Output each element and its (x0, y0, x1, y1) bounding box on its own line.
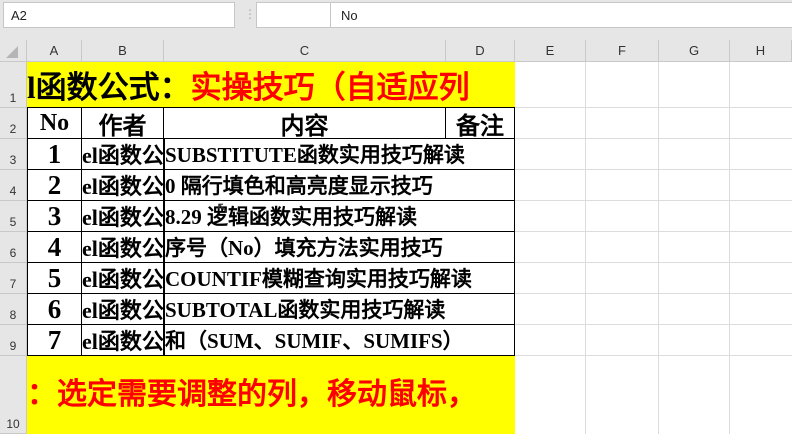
record-author-cell[interactable]: el函数公 (82, 201, 164, 232)
record-content-cell[interactable]: SUBSTITUTE函数实用技巧解读 (164, 139, 515, 170)
col-header-d[interactable]: D (446, 40, 515, 62)
record-no-cell[interactable]: 5 (27, 263, 82, 294)
header-note[interactable]: 备注 (446, 108, 515, 139)
formula-value: No (341, 8, 358, 23)
gridline (515, 262, 792, 263)
gridline (515, 231, 792, 232)
record-author-cell[interactable]: el函数公 (82, 263, 164, 294)
record-author-cell[interactable]: el函数公 (82, 294, 164, 325)
record-author-cell[interactable]: el函数公 (82, 232, 164, 263)
gridline (515, 324, 792, 325)
row-header-9[interactable]: 9 (0, 325, 27, 356)
row-header-8[interactable]: 8 (0, 294, 27, 325)
row-header-7[interactable]: 7 (0, 263, 27, 294)
formula-input[interactable]: No (330, 2, 792, 28)
gridline (585, 62, 586, 434)
col-header-h[interactable]: H (730, 40, 792, 62)
gridline (515, 138, 792, 139)
record-no-cell[interactable]: 2 (27, 170, 82, 201)
record-no-cell[interactable]: 1 (27, 139, 82, 170)
row-header-4[interactable]: 4 (0, 170, 27, 201)
title-red: 实操技巧（自适应列 (190, 70, 470, 105)
footer-text: ：选定需要调整的列，移动鼠标， (27, 378, 477, 411)
col-header-e[interactable]: E (515, 40, 586, 62)
mouse-cursor-icon: ↖ (216, 200, 230, 217)
header-author[interactable]: 作者 (82, 108, 164, 139)
gridline (729, 62, 730, 434)
row-header-1[interactable]: 1 (0, 62, 27, 108)
record-content-cell[interactable]: 0 隔行填色和高亮度显示技巧 (164, 170, 515, 201)
splitter-handle[interactable]: ⋮ (244, 7, 256, 21)
col-header-c[interactable]: C (164, 40, 446, 62)
gridline (515, 355, 792, 356)
col-header-b[interactable]: B (82, 40, 164, 62)
row-header-10[interactable]: 10 (0, 356, 27, 434)
col-header-a[interactable]: A (27, 40, 82, 62)
gridline (515, 169, 792, 170)
record-no-cell[interactable]: 3 (27, 201, 82, 232)
record-author-cell[interactable]: el函数公 (82, 139, 164, 170)
record-no-cell[interactable]: 6 (27, 294, 82, 325)
header-no[interactable]: No (27, 108, 82, 139)
gridline (515, 293, 792, 294)
record-content-cell[interactable]: COUNTIF模糊查询实用技巧解读 (164, 263, 515, 294)
record-content-cell[interactable]: SUBTOTAL函数实用技巧解读 (164, 294, 515, 325)
title-cell[interactable]: l函数公式： 实操技巧（自适应列 (27, 62, 515, 108)
title-black: l函数公式： (27, 70, 191, 105)
record-no-cell[interactable]: 7 (27, 325, 82, 356)
gridline (515, 200, 792, 201)
header-content[interactable]: 内容 (164, 108, 446, 139)
record-author-cell[interactable]: el函数公 (82, 325, 164, 356)
footer-cell[interactable]: ：选定需要调整的列，移动鼠标， (27, 356, 515, 434)
col-header-g[interactable]: G (659, 40, 730, 62)
gridline (515, 107, 792, 108)
name-box-value: A2 (11, 8, 27, 23)
row-header-6[interactable]: 6 (0, 232, 27, 263)
record-content-cell[interactable]: 和（SUM、SUMIF、SUMIFS） (164, 325, 515, 356)
gridline (658, 62, 659, 434)
row-header-2[interactable]: 2 (0, 108, 27, 139)
record-no-cell[interactable]: 4 (27, 232, 82, 263)
select-all-corner[interactable] (0, 40, 27, 62)
record-content-cell[interactable]: 序号（No）填充方法实用技巧 (164, 232, 515, 263)
spreadsheet-grid[interactable]: A B C D E F G H 1 2 3 4 5 6 7 8 9 10 l函数… (0, 40, 792, 434)
name-box[interactable]: A2 (3, 2, 235, 28)
row-header-3[interactable]: 3 (0, 139, 27, 170)
col-header-f[interactable]: F (586, 40, 659, 62)
row-header-5[interactable]: 5 (0, 201, 27, 232)
record-author-cell[interactable]: el函数公 (82, 170, 164, 201)
